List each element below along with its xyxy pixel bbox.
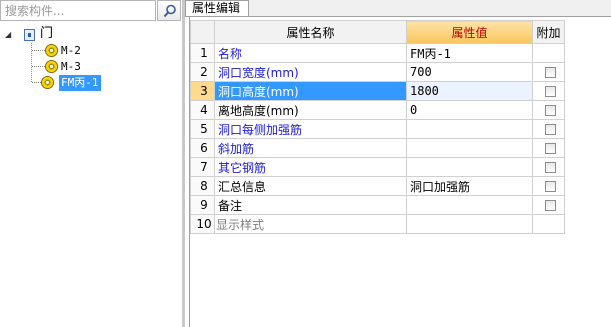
row-number: 2 xyxy=(190,62,215,82)
property-grid: 属性名称 属性值 附加 1 名称 FM丙-1 2 洞口宽度(mm) 700 3 … xyxy=(190,20,565,234)
row-number: 1 xyxy=(190,43,215,63)
extra-checkbox[interactable] xyxy=(544,181,556,192)
extra-cell xyxy=(532,138,565,158)
tree-node-root[interactable]: ◢ 门 xyxy=(0,26,180,43)
table-row[interactable]: 8 汇总信息 洞口加强筋 xyxy=(190,176,565,196)
table-row[interactable]: 2 洞口宽度(mm) 700 xyxy=(190,62,565,82)
row-number: 8 xyxy=(190,176,215,196)
search-button[interactable] xyxy=(157,0,181,21)
property-value[interactable]: 700 xyxy=(406,62,533,82)
tab-property-edit[interactable]: 属性编辑 xyxy=(185,0,249,16)
search-input[interactable] xyxy=(1,1,155,20)
collapse-toggle-icon[interactable]: ◢ xyxy=(5,27,11,43)
tree-node-label: M-3 xyxy=(61,60,81,73)
component-folder-icon xyxy=(24,29,35,41)
property-name[interactable]: +显示样式 xyxy=(214,214,407,234)
tree-node-m2[interactable]: M-2 xyxy=(0,43,180,59)
extra-cell xyxy=(532,157,565,177)
component-tree-panel: ◢ 门 M-2 M-3 FM丙-1 xyxy=(0,0,182,327)
search-icon xyxy=(163,4,176,18)
extra-checkbox[interactable] xyxy=(544,86,556,97)
property-value[interactable]: 1800 xyxy=(406,81,533,101)
property-name[interactable]: 汇总信息 xyxy=(214,176,407,196)
property-name-header[interactable]: 属性名称 xyxy=(214,20,407,44)
gear-icon xyxy=(42,77,53,88)
property-name[interactable]: 洞口宽度(mm) xyxy=(214,62,407,82)
extra-cell xyxy=(532,195,565,215)
tab-bar: 属性编辑 xyxy=(185,0,611,17)
extra-cell xyxy=(532,176,565,196)
property-value[interactable] xyxy=(406,138,533,158)
property-value[interactable]: 0 xyxy=(406,100,533,120)
search-box xyxy=(0,0,156,21)
tree-node-label: 门 xyxy=(40,26,54,41)
table-row[interactable]: 4 离地高度(mm) 0 xyxy=(190,100,565,120)
row-number: 7 xyxy=(190,157,215,177)
extra-checkbox[interactable] xyxy=(544,124,556,135)
extra-cell xyxy=(532,81,565,101)
extra-checkbox[interactable] xyxy=(544,162,556,173)
property-value[interactable]: 洞口加强筋 xyxy=(406,176,533,196)
row-number-header xyxy=(190,20,215,44)
gear-icon xyxy=(46,45,57,56)
extra-cell xyxy=(532,43,565,63)
tree-node-label: FM丙-1 xyxy=(59,75,101,91)
property-value[interactable]: FM丙-1 xyxy=(406,43,533,63)
tree-node-m3[interactable]: M-3 xyxy=(0,59,180,75)
property-name[interactable]: 洞口高度(mm) xyxy=(214,81,407,101)
table-row[interactable]: 1 名称 FM丙-1 xyxy=(190,43,565,63)
property-value[interactable] xyxy=(406,119,533,139)
tree-node-fm-selected[interactable]: FM丙-1 xyxy=(0,75,180,91)
tree-node-label: M-2 xyxy=(61,44,81,57)
table-row-selected[interactable]: 3 洞口高度(mm) 1800 xyxy=(190,81,565,101)
table-row[interactable]: 5 洞口每侧加强筋 xyxy=(190,119,565,139)
row-number: 3 xyxy=(190,81,215,101)
extra-cell xyxy=(532,100,565,120)
extra-header[interactable]: 附加 xyxy=(532,20,565,44)
extra-checkbox[interactable] xyxy=(544,143,556,154)
property-value[interactable] xyxy=(406,157,533,177)
extra-checkbox[interactable] xyxy=(544,105,556,116)
property-name-label: 显示样式 xyxy=(216,217,265,232)
property-name[interactable]: 其它钢筋 xyxy=(214,157,407,177)
extra-cell xyxy=(532,119,565,139)
table-row[interactable]: 9 备注 xyxy=(190,195,565,215)
property-value[interactable] xyxy=(406,195,533,215)
extra-cell xyxy=(532,62,565,82)
property-value-header[interactable]: 属性值 xyxy=(406,20,533,44)
property-name[interactable]: 离地高度(mm) xyxy=(214,100,407,120)
row-number: 4 xyxy=(190,100,215,120)
extra-checkbox[interactable] xyxy=(544,67,556,78)
table-row[interactable]: 7 其它钢筋 xyxy=(190,157,565,177)
row-number: 10 xyxy=(190,214,215,234)
property-name[interactable]: 备注 xyxy=(214,195,407,215)
table-row[interactable]: 6 斜加筋 xyxy=(190,138,565,158)
property-name[interactable]: 名称 xyxy=(214,43,407,63)
gear-icon xyxy=(46,61,57,72)
property-value[interactable] xyxy=(406,214,533,234)
row-number: 5 xyxy=(190,119,215,139)
property-name[interactable]: 洞口每侧加强筋 xyxy=(214,119,407,139)
extra-cell xyxy=(532,214,565,234)
row-number: 6 xyxy=(190,138,215,158)
grid-header-row: 属性名称 属性值 附加 xyxy=(190,20,565,44)
extra-checkbox[interactable] xyxy=(544,200,556,211)
table-row[interactable]: 10 +显示样式 xyxy=(190,214,565,234)
property-name[interactable]: 斜加筋 xyxy=(214,138,407,158)
row-number: 9 xyxy=(190,195,215,215)
